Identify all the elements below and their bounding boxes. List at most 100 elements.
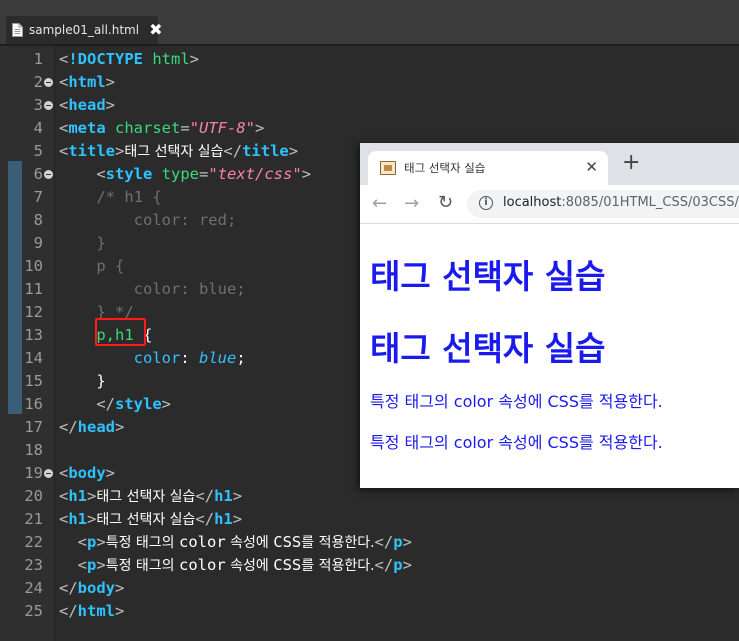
code-token: blue bbox=[199, 349, 237, 367]
code-text: <html> bbox=[59, 71, 115, 94]
code-token: < bbox=[77, 556, 88, 574]
page-heading-1: 태그 선택자 실습 bbox=[370, 257, 606, 296]
code-text: </html> bbox=[59, 600, 124, 623]
code-token: style bbox=[115, 395, 162, 413]
line-number: 25 bbox=[24, 602, 43, 620]
code-line[interactable]: 4 <meta charset="UTF-8"> bbox=[0, 117, 739, 140]
code-token: p { bbox=[59, 257, 125, 275]
code-token: > bbox=[115, 418, 125, 436]
code-text: } bbox=[59, 370, 106, 393]
code-line[interactable]: 22 <p>특정 태그의 color 속성에 CSS를 적용한다.</p> bbox=[0, 531, 739, 554]
tab-close-icon[interactable]: ✕ bbox=[585, 158, 598, 176]
code-token: = bbox=[180, 119, 190, 137]
page-favicon-icon bbox=[380, 161, 396, 175]
code-token: title bbox=[68, 142, 116, 160]
code-token: < bbox=[59, 119, 69, 137]
editor-tab-sample01[interactable]: sample01_all.html ✖ bbox=[6, 16, 162, 44]
file-icon bbox=[12, 23, 23, 37]
code-token: style bbox=[105, 165, 153, 183]
reload-icon[interactable]: ↻ bbox=[438, 192, 453, 213]
code-text: p { bbox=[59, 255, 124, 278]
line-number: 4 bbox=[33, 119, 43, 137]
fold-toggle-icon[interactable] bbox=[44, 78, 53, 87]
code-token: > bbox=[115, 579, 125, 597]
code-line[interactable]: 23 <p>특정 태그의 color 속성에 CSS를 적용한다.</p> bbox=[0, 554, 739, 577]
code-token: < bbox=[59, 142, 69, 160]
code-token: > bbox=[96, 556, 106, 574]
code-token: color: blue; bbox=[59, 280, 246, 298]
site-info-icon[interactable]: i bbox=[479, 196, 493, 210]
code-text: color: red; bbox=[59, 209, 237, 232]
code-token: < bbox=[59, 487, 69, 505]
browser-tab-strip: 태그 선택자 실습 ✕ + bbox=[360, 143, 739, 185]
line-number: 7 bbox=[33, 188, 43, 206]
code-token: </ bbox=[374, 556, 394, 574]
fold-toggle-icon[interactable] bbox=[44, 469, 53, 478]
new-tab-icon[interactable]: + bbox=[622, 152, 640, 174]
code-token: 속성에 bbox=[225, 535, 274, 551]
code-token: } bbox=[59, 372, 106, 390]
code-token: > bbox=[189, 50, 200, 68]
browser-tab-title: 태그 선택자 실습 bbox=[404, 161, 486, 175]
page-heading-2: 태그 선택자 실습 bbox=[370, 329, 606, 368]
browser-window: 태그 선택자 실습 ✕ + ← → ↻ i localhost:8085/01H… bbox=[360, 143, 739, 488]
code-token: < bbox=[77, 533, 88, 551]
code-line[interactable]: 2 <html> bbox=[0, 71, 739, 94]
code-token: </ bbox=[374, 533, 394, 551]
address-bar[interactable]: i localhost:8085/01HTML_CSS/03CSS/sa bbox=[467, 190, 739, 218]
code-line[interactable]: 24 </body> bbox=[0, 577, 739, 600]
page-paragraph-1: 특정 태그의 color 속성에 CSS를 적용한다. bbox=[370, 392, 663, 411]
code-token: p bbox=[87, 533, 97, 551]
code-token: color bbox=[133, 349, 181, 367]
line-number: 6 bbox=[33, 165, 43, 183]
code-token: html bbox=[77, 602, 115, 620]
code-token: p bbox=[393, 556, 403, 574]
code-text: <body> bbox=[59, 462, 115, 485]
page-paragraph-2: 특정 태그의 color 속성에 CSS를 적용한다. bbox=[370, 433, 663, 452]
line-number: 12 bbox=[24, 303, 43, 321]
code-line[interactable]: 1 <!DOCTYPE html> bbox=[0, 48, 739, 71]
code-token: head bbox=[68, 96, 106, 114]
code-token: color bbox=[179, 533, 226, 551]
url-text[interactable]: localhost:8085/01HTML_CSS/03CSS/sa bbox=[503, 195, 739, 210]
line-number: 20 bbox=[24, 487, 43, 505]
code-token: </ bbox=[96, 395, 115, 413]
code-text: <!DOCTYPE html> bbox=[59, 48, 199, 71]
editor-tab-bar: sample01_all.html ✖ bbox=[0, 0, 739, 46]
code-text: <head> bbox=[59, 94, 115, 117]
back-arrow-icon[interactable]: ← bbox=[372, 193, 387, 214]
code-token: head bbox=[77, 418, 115, 436]
browser-tab[interactable]: 태그 선택자 실습 ✕ bbox=[368, 151, 608, 185]
forward-arrow-icon[interactable]: → bbox=[404, 193, 419, 214]
code-token: < bbox=[96, 165, 106, 183]
line-number: 5 bbox=[33, 142, 43, 160]
code-token: type bbox=[161, 165, 200, 183]
code-token: 속성에 bbox=[225, 558, 274, 574]
code-token: html bbox=[152, 50, 190, 68]
close-icon[interactable]: ✖ bbox=[149, 22, 162, 38]
code-line[interactable]: 21 <h1>태그 선택자 실습</h1> bbox=[0, 508, 739, 531]
code-text: <h1>태그 선택자 실습</h1> bbox=[59, 485, 242, 509]
code-line[interactable]: 25 </html> bbox=[0, 600, 739, 623]
code-text: </head> bbox=[59, 416, 124, 439]
code-token: h1 bbox=[214, 510, 233, 528]
code-token: < bbox=[59, 73, 69, 91]
code-line[interactable]: 3 <head> bbox=[0, 94, 739, 117]
code-token: !DOCTYPE bbox=[68, 50, 143, 68]
code-text: <p>특정 태그의 color 속성에 CSS를 적용한다.</p> bbox=[59, 531, 412, 555]
line-number: 19 bbox=[24, 464, 43, 482]
code-line[interactable]: 20 <h1>태그 선택자 실습</h1> bbox=[0, 485, 739, 508]
code-token: html bbox=[68, 73, 106, 91]
line-number: 14 bbox=[24, 349, 43, 367]
page-content: 태그 선택자 실습 태그 선택자 실습 특정 태그의 color 속성에 CSS… bbox=[360, 224, 739, 488]
code-text: color: blue; bbox=[59, 347, 246, 370]
code-token: body bbox=[68, 464, 106, 482]
code-token: </ bbox=[59, 418, 78, 436]
code-token: h1 bbox=[68, 487, 88, 505]
fold-toggle-icon[interactable] bbox=[44, 170, 53, 179]
fold-toggle-icon[interactable] bbox=[44, 101, 53, 110]
code-token: > bbox=[105, 96, 116, 114]
